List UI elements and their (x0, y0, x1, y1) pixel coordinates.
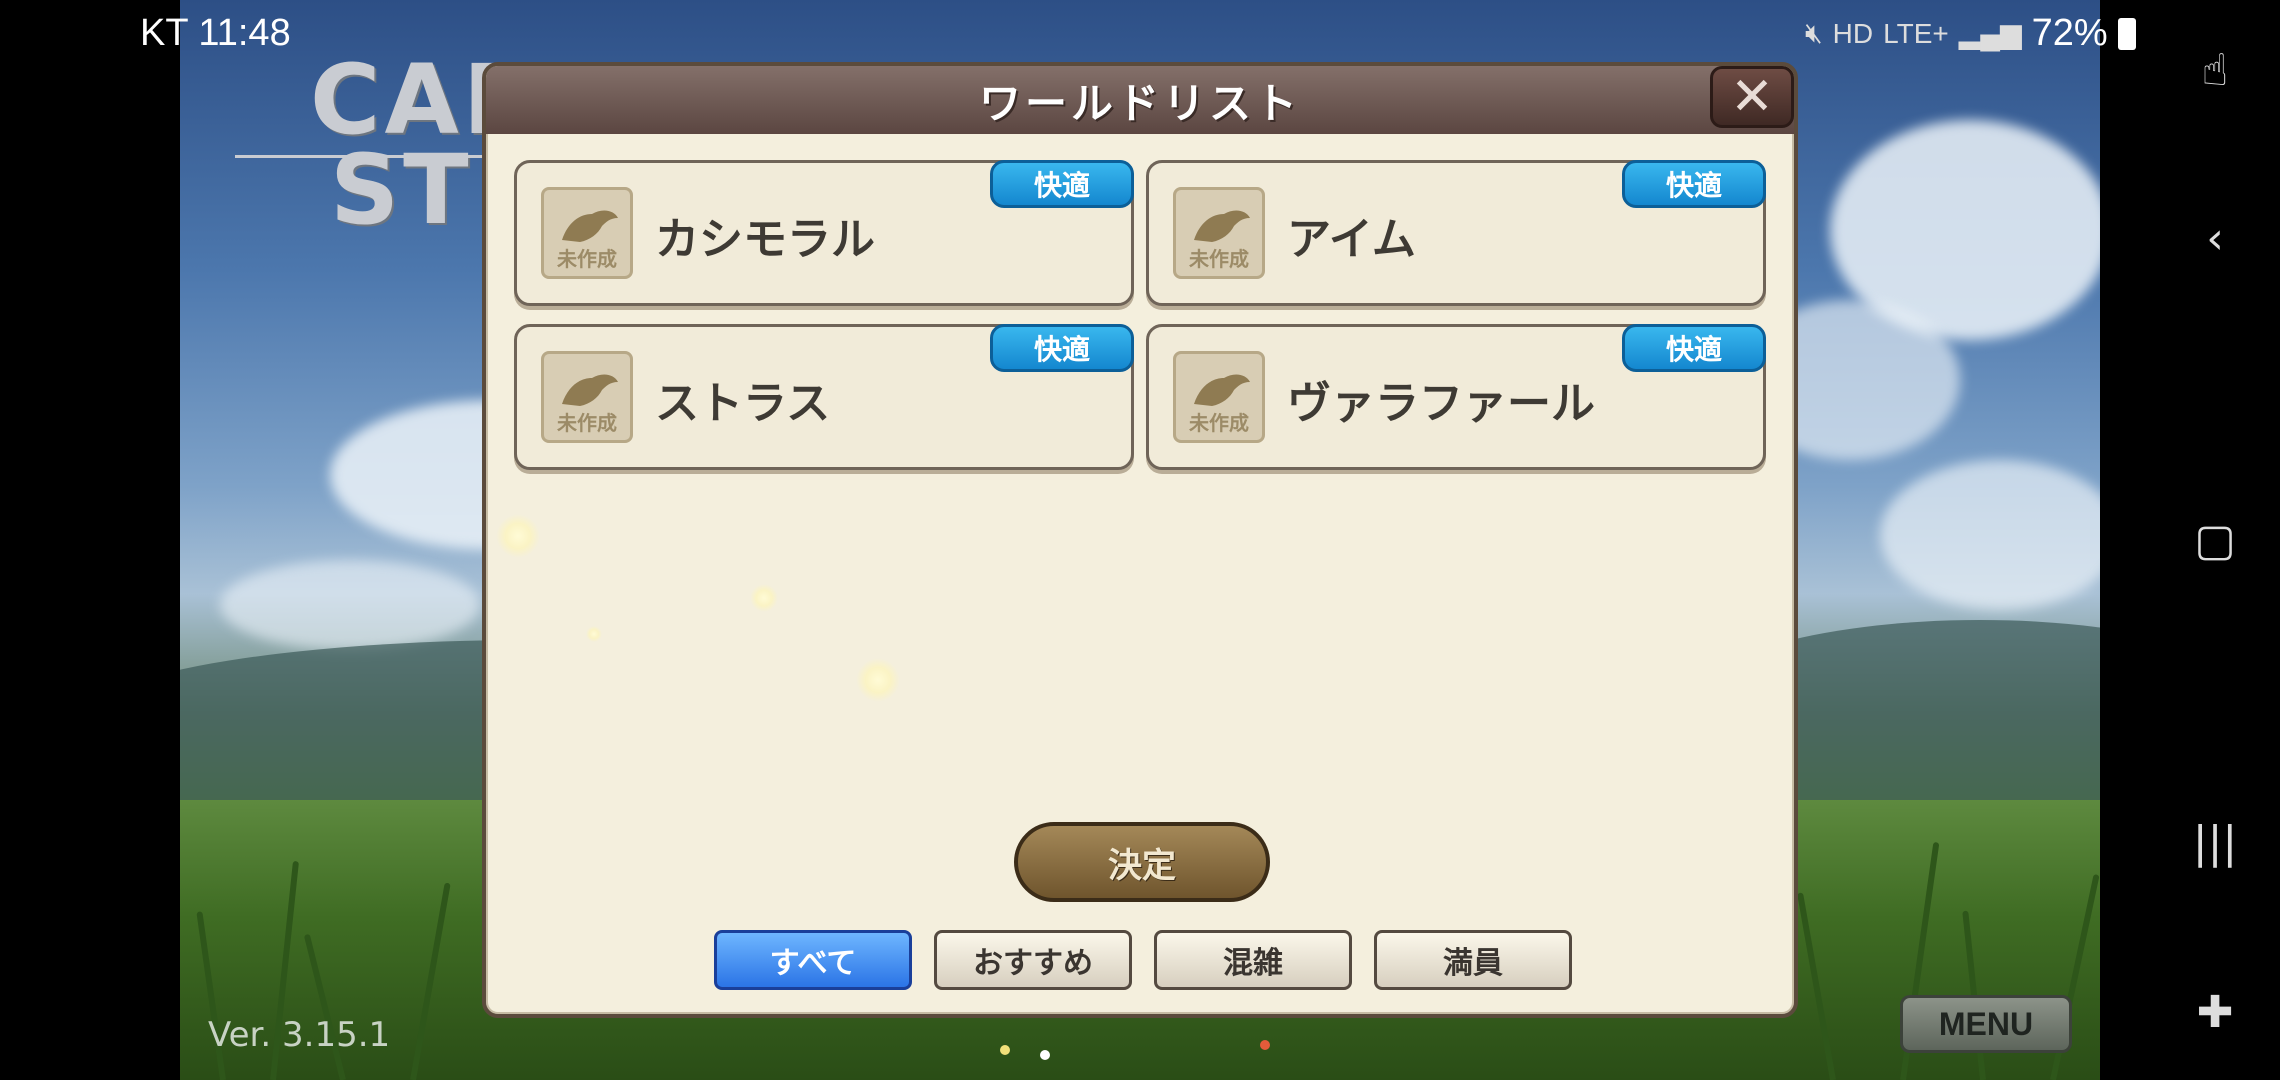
status-badge: 快適 (1622, 324, 1766, 372)
world-card[interactable]: 未作成 ヴァラファール 快適 (1146, 324, 1766, 470)
signal-icon: ▂▄▆ (1958, 18, 2022, 49)
world-card[interactable]: 未作成 アイム 快適 (1146, 160, 1766, 306)
sparkle-decoration (496, 514, 540, 558)
dialog-header: ワールドリスト (486, 66, 1794, 134)
carrier-time: KT 11:48 (140, 12, 291, 54)
hd-icon: HD (1832, 17, 1874, 49)
network-label: LTE+ (1883, 17, 1949, 49)
battery-percent: 72% (2031, 12, 2108, 54)
world-name: ヴァラファール (1287, 378, 1595, 429)
dialog-title: ワールドリスト (978, 78, 1301, 128)
recents-icon[interactable]: ||| (2185, 812, 2245, 872)
dinosaur-icon: 未作成 (541, 351, 633, 443)
close-icon: ✕ (1730, 67, 1774, 127)
sparkle-decoration (586, 626, 602, 642)
mute-icon: 🔇︎ (1805, 17, 1823, 48)
filter-recommended-button[interactable]: おすすめ (934, 930, 1132, 990)
dinosaur-icon: 未作成 (541, 187, 633, 279)
battery-icon (2117, 17, 2136, 50)
sparkle-decoration (750, 584, 778, 612)
filter-full-button[interactable]: 満員 (1374, 930, 1572, 990)
version-label: Ver. 3.15.1 (208, 1015, 391, 1055)
dinosaur-icon: 未作成 (1173, 187, 1265, 279)
dinosaur-icon: 未作成 (1173, 351, 1265, 443)
logo-divider (235, 155, 515, 158)
touch-lock-icon[interactable]: ☝ (2185, 40, 2245, 100)
decide-button[interactable]: 決定 (1014, 822, 1270, 902)
back-icon[interactable]: ‹ (2185, 208, 2245, 268)
status-badge: 快適 (990, 324, 1134, 372)
world-list-dialog: ワールドリスト ✕ 未作成 カシモラル 快適 未作成 アイム 快適 未作成 スト… (482, 62, 1798, 1018)
filter-all-button[interactable]: すべて (714, 930, 912, 990)
home-icon[interactable]: ▢ (2185, 510, 2245, 570)
filter-crowded-button[interactable]: 混雑 (1154, 930, 1352, 990)
status-bar: KT 11:48 🔇︎ HD LTE+ ▂▄▆ 72% (0, 0, 2280, 64)
sparkle-decoration (856, 658, 900, 702)
world-name: カシモラル (655, 214, 875, 265)
world-name: アイム (1287, 214, 1416, 265)
world-name: ストラス (655, 378, 831, 429)
status-icons: 🔇︎ HD LTE+ ▂▄▆ 72% (1805, 12, 2136, 55)
world-card[interactable]: 未作成 ストラス 快適 (514, 324, 1134, 470)
gamepad-icon[interactable]: ✚ (2185, 982, 2245, 1042)
status-badge: 快適 (990, 160, 1134, 208)
world-card[interactable]: 未作成 カシモラル 快適 (514, 160, 1134, 306)
menu-button[interactable]: MENU (1900, 995, 2072, 1053)
status-badge: 快適 (1622, 160, 1766, 208)
close-button[interactable]: ✕ (1710, 66, 1794, 128)
